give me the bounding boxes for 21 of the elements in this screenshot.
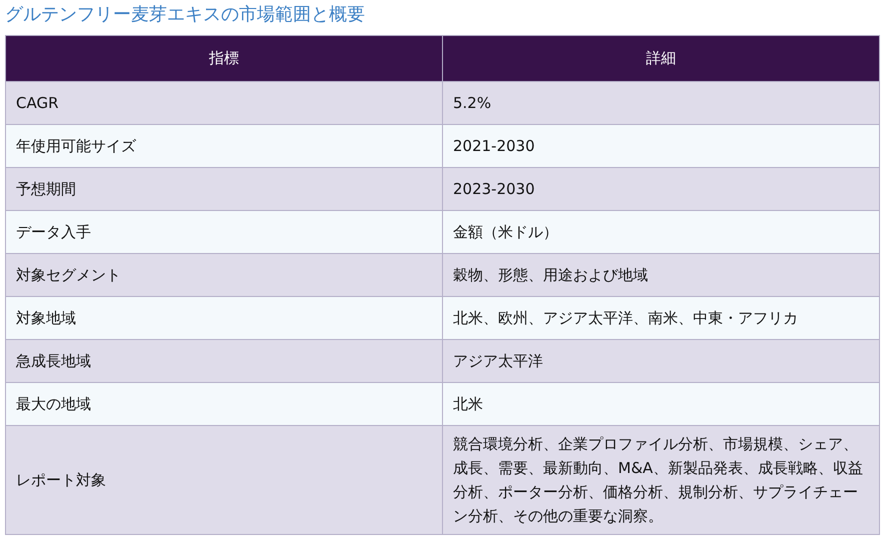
table-cell: 急成長地域 [6, 340, 442, 382]
table-cell: 予想期間 [6, 168, 442, 210]
table-cell: 対象地域 [6, 296, 442, 340]
table-cell: 5.2% [442, 82, 880, 124]
table-cell: 競合環境分析、企業プロファイル分析、市場規模、シェア、成長、需要、最新動向、M&A、新製品発表、成長戦略、収益分析、ポーター分析、価格分析、規制分析、サプライチェーン分析、その他の重要な洞察。 [442, 426, 880, 534]
table-cell: 2021-2030 [442, 124, 880, 168]
table-cell: 年使用可能サイズ [6, 124, 442, 168]
table-cell: 金額（米ドル） [442, 210, 880, 254]
column-header: 指標 [6, 36, 442, 82]
table-cell: 最大の地域 [6, 382, 442, 426]
table-cell: レポート対象 [6, 426, 442, 534]
table-cell: CAGR [6, 82, 442, 124]
table-cell: 穀物、形態、用途および地域 [442, 254, 880, 296]
table-cell: 対象セグメント [6, 254, 442, 296]
table-cell: 北米 [442, 382, 880, 426]
table-cell: アジア太平洋 [442, 340, 880, 382]
table-cell: データ入手 [6, 210, 442, 254]
table-cell: 北米、欧州、アジア太平洋、南米、中東・アフリカ [442, 296, 880, 340]
section-title: グルテンフリー麦芽エキスの市場範囲と概要 [5, 3, 366, 27]
column-header: 詳細 [442, 36, 880, 82]
table-cell: 2023-2030 [442, 168, 880, 210]
